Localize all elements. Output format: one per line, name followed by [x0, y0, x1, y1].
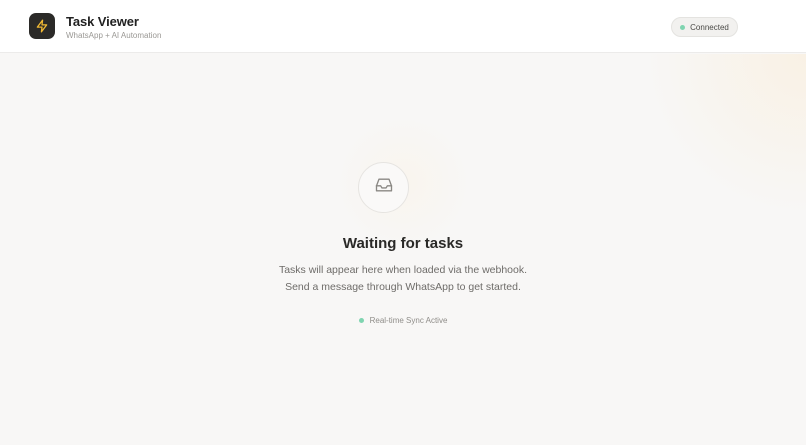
sync-status-indicator: Real-time Sync Active — [0, 316, 806, 325]
app-logo — [29, 13, 55, 39]
connection-status-label: Connected — [690, 22, 729, 32]
empty-state-heading: Waiting for tasks — [342, 235, 464, 252]
inbox-icon — [374, 175, 394, 200]
top-header: Task Viewer WhatsApp + AI Automation Con… — [0, 0, 806, 53]
sync-dot-icon — [358, 318, 364, 323]
app-subtitle: WhatsApp + AI Automation — [66, 31, 162, 40]
status-dot-icon — [680, 24, 686, 30]
app-root: Task Viewer WhatsApp + AI Automation Con… — [0, 0, 806, 445]
connection-status-badge: Connected — [671, 17, 738, 37]
main-content: Waiting for tasks Tasks will appear here… — [0, 54, 806, 445]
sync-status-label: Real-time Sync Active — [369, 316, 448, 325]
empty-state-description-line-1: Tasks will appear here when loaded via t… — [278, 264, 528, 276]
lightning-bolt-icon — [35, 19, 49, 33]
empty-state-icon-wrapper — [358, 162, 409, 213]
app-title: Task Viewer — [66, 14, 139, 29]
empty-state-description-line-2: Send a message through WhatsApp to get s… — [285, 281, 521, 293]
